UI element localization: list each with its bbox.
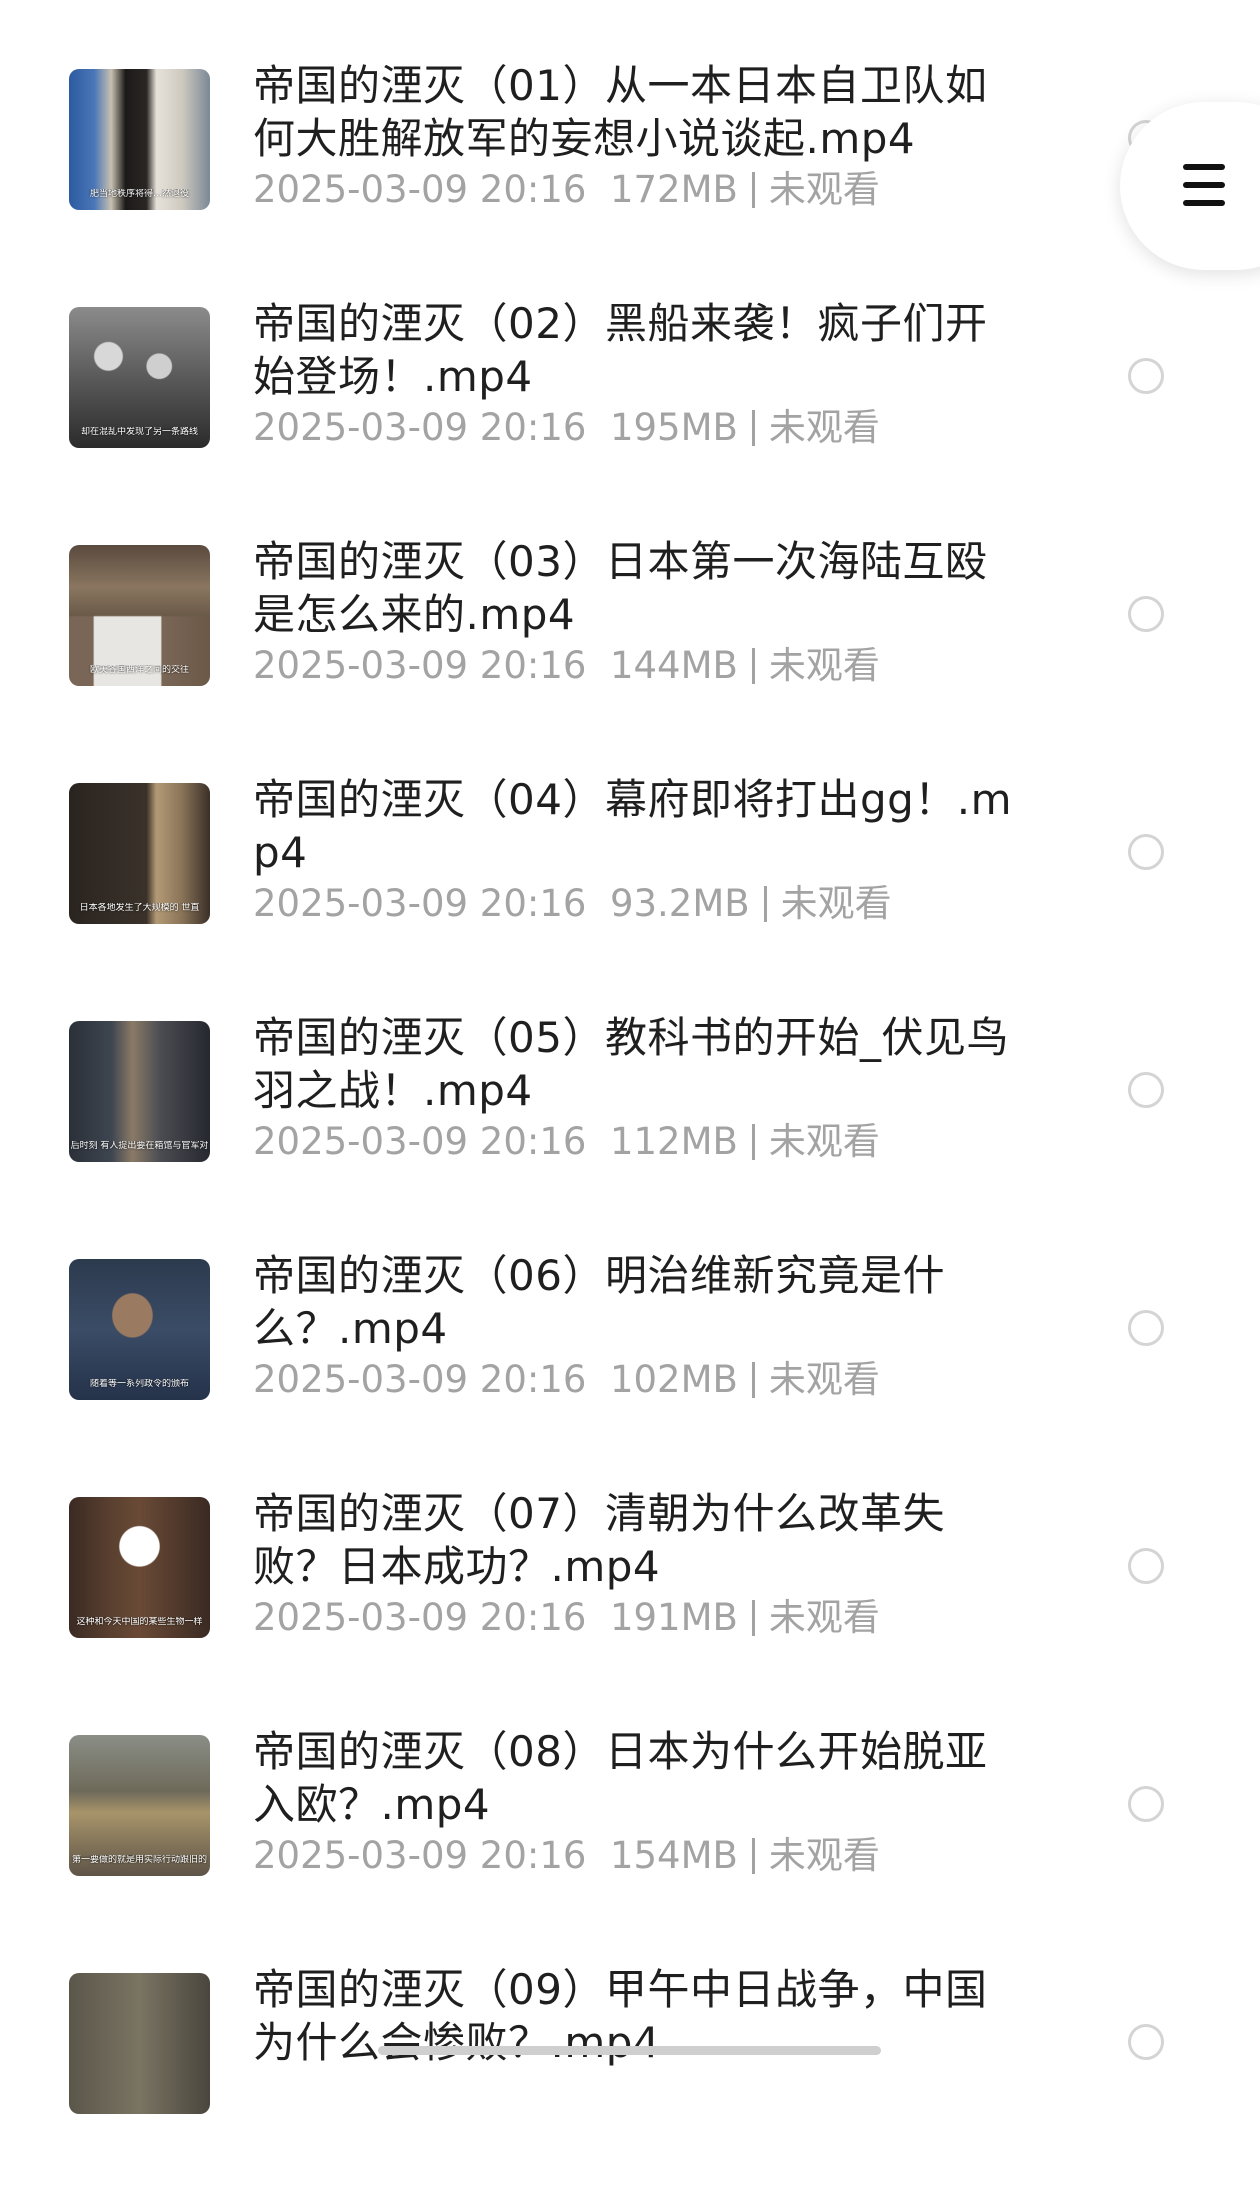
meta-divider [751,1600,755,1636]
video-list-item[interactable]: 这种和今天中国的某些生物一样 帝国的湮灭（07）清朝为什么改革失败？日本成功？.… [0,1489,1260,1735]
meta-divider [751,648,755,684]
video-meta: 2025-03-09 20:16 172MB 未观看 [253,165,1013,215]
select-radio[interactable] [1128,2024,1164,2060]
select-radio[interactable] [1128,834,1164,870]
video-list-item[interactable]: 帝国的湮灭（09）甲午中日战争，中国为什么会惨败？.mp4 [0,1965,1260,2211]
watch-status: 未观看 [768,1358,880,1401]
video-size: 102MB [609,1358,738,1401]
select-radio[interactable] [1128,1786,1164,1822]
video-list-item[interactable]: 随着等一系列政令的颁布 帝国的湮灭（06）明治维新究竟是什么？.mp4 2025… [0,1251,1260,1497]
watch-status: 未观看 [780,882,892,925]
video-date: 2025-03-09 20:16 [253,406,587,449]
video-size: 195MB [609,406,738,449]
watch-status: 未观看 [768,168,880,211]
hamburger-menu-icon [1183,164,1225,206]
video-thumbnail [69,1973,210,2114]
video-title: 帝国的湮灭（03）日本第一次海陆互殴是怎么来的.mp4 [253,537,988,639]
meta-divider [763,886,767,922]
video-thumbnail: 欧美各国西洋之间的交往 [69,545,210,686]
video-meta: 2025-03-09 20:16 93.2MB 未观看 [253,879,1013,929]
video-date: 2025-03-09 20:16 [253,644,587,687]
video-info: 帝国的湮灭（04）幕府即将打出gg！.mp4 2025-03-09 20:16 … [253,773,1013,929]
video-size: 144MB [609,644,738,687]
video-size: 93.2MB [609,882,750,925]
video-meta: 2025-03-09 20:16 195MB 未观看 [253,403,1013,453]
video-meta: 2025-03-09 20:16 112MB 未观看 [253,1117,1013,1167]
video-thumbnail: 随着等一系列政令的颁布 [69,1259,210,1400]
video-info: 帝国的湮灭（03）日本第一次海陆互殴是怎么来的.mp4 2025-03-09 2… [253,535,1013,691]
video-thumbnail: 肥当地秩序将得…然退役 [69,69,210,210]
select-radio[interactable] [1128,1310,1164,1346]
video-list-item[interactable]: 后时刻 有人提出要在箱馆与官军对 帝国的湮灭（05）教科书的开始_伏见鸟羽之战！… [0,1013,1260,1259]
video-size: 172MB [609,168,738,211]
video-info: 帝国的湮灭（01）从一本日本自卫队如何大胜解放军的妄想小说谈起.mp4 2025… [253,59,1013,215]
video-list-item[interactable]: 却在混乱中发现了另一条路线 帝国的湮灭（02）黑船来袭！疯子们开始登场！.mp4… [0,299,1260,545]
watch-status: 未观看 [768,1834,880,1877]
video-title: 帝国的湮灭（08）日本为什么开始脱亚入欧？.mp4 [253,1727,988,1829]
video-title: 帝国的湮灭（02）黑船来袭！疯子们开始登场！.mp4 [253,299,988,401]
video-title: 帝国的湮灭（04）幕府即将打出gg！.mp4 [253,775,1013,877]
video-size: 154MB [609,1834,738,1877]
select-radio[interactable] [1128,596,1164,632]
video-title: 帝国的湮灭（07）清朝为什么改革失败？日本成功？.mp4 [253,1489,945,1591]
select-radio[interactable] [1128,358,1164,394]
meta-divider [751,1124,755,1160]
video-info: 帝国的湮灭（08）日本为什么开始脱亚入欧？.mp4 2025-03-09 20:… [253,1725,1013,1881]
video-thumbnail: 第一要做的就是用实际行动跟旧的 [69,1735,210,1876]
watch-status: 未观看 [768,644,880,687]
meta-divider [751,410,755,446]
video-list-item[interactable]: 日本各地发生了大规模的 世直 帝国的湮灭（04）幕府即将打出gg！.mp4 20… [0,775,1260,1021]
video-meta: 2025-03-09 20:16 102MB 未观看 [253,1355,1013,1405]
video-size: 112MB [609,1120,738,1163]
video-date: 2025-03-09 20:16 [253,1834,587,1877]
video-thumbnail: 后时刻 有人提出要在箱馆与官军对 [69,1021,210,1162]
meta-divider [751,172,755,208]
meta-divider [751,1838,755,1874]
scroll-indicator[interactable] [378,2046,881,2055]
video-date: 2025-03-09 20:16 [253,882,587,925]
video-thumbnail: 却在混乱中发现了另一条路线 [69,307,210,448]
video-meta: 2025-03-09 20:16 144MB 未观看 [253,641,1013,691]
watch-status: 未观看 [768,406,880,449]
video-list-item[interactable]: 欧美各国西洋之间的交往 帝国的湮灭（03）日本第一次海陆互殴是怎么来的.mp4 … [0,537,1260,783]
select-radio[interactable] [1128,1072,1164,1108]
video-list-item[interactable]: 肥当地秩序将得…然退役 帝国的湮灭（01）从一本日本自卫队如何大胜解放军的妄想小… [0,61,1260,307]
watch-status: 未观看 [768,1596,880,1639]
video-title: 帝国的湮灭（05）教科书的开始_伏见鸟羽之战！.mp4 [253,1013,1009,1115]
video-info: 帝国的湮灭（05）教科书的开始_伏见鸟羽之战！.mp4 2025-03-09 2… [253,1011,1013,1167]
meta-divider [751,1362,755,1398]
video-title: 帝国的湮灭（01）从一本日本自卫队如何大胜解放军的妄想小说谈起.mp4 [253,61,988,163]
video-meta: 2025-03-09 20:16 191MB 未观看 [253,1593,1013,1643]
video-info: 帝国的湮灭（06）明治维新究竟是什么？.mp4 2025-03-09 20:16… [253,1249,1013,1405]
video-size: 191MB [609,1596,738,1639]
video-date: 2025-03-09 20:16 [253,1596,587,1639]
video-list-item[interactable]: 第一要做的就是用实际行动跟旧的 帝国的湮灭（08）日本为什么开始脱亚入欧？.mp… [0,1727,1260,1973]
video-date: 2025-03-09 20:16 [253,1120,587,1163]
video-thumbnail: 这种和今天中国的某些生物一样 [69,1497,210,1638]
video-meta: 2025-03-09 20:16 154MB 未观看 [253,1831,1013,1881]
watch-status: 未观看 [768,1120,880,1163]
video-date: 2025-03-09 20:16 [253,1358,587,1401]
video-title: 帝国的湮灭（06）明治维新究竟是什么？.mp4 [253,1251,945,1353]
video-date: 2025-03-09 20:16 [253,168,587,211]
video-info: 帝国的湮灭（02）黑船来袭！疯子们开始登场！.mp4 2025-03-09 20… [253,297,1013,453]
select-radio[interactable] [1128,1548,1164,1584]
video-info: 帝国的湮灭（07）清朝为什么改革失败？日本成功？.mp4 2025-03-09 … [253,1487,1013,1643]
video-thumbnail: 日本各地发生了大规模的 世直 [69,783,210,924]
